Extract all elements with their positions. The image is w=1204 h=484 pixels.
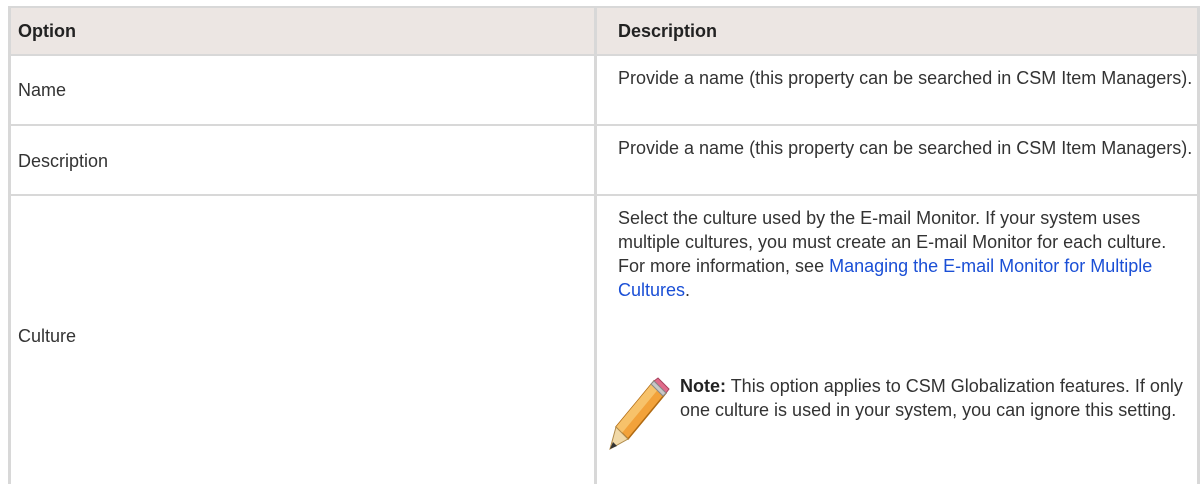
options-table: Option Description Name Provide a name (… — [8, 6, 1200, 484]
culture-description-end: . — [685, 280, 691, 300]
row-culture-option: Culture — [18, 326, 77, 346]
column-divider — [594, 6, 597, 484]
row-description-description: Provide a name (this property can be sea… — [618, 138, 1193, 158]
note-text: This option applies to CSM Globalization… — [680, 376, 1183, 420]
row-divider — [8, 124, 1200, 126]
note-label: Note: — [680, 376, 726, 396]
table-border-top — [8, 6, 1200, 8]
header-description: Description — [618, 21, 718, 41]
row-divider — [8, 194, 1200, 196]
row-name-option: Name — [18, 80, 67, 100]
row-name-description: Provide a name (this property can be sea… — [618, 68, 1193, 88]
row-description-option: Description — [18, 151, 109, 171]
table-border-left — [8, 6, 11, 484]
culture-note: Note: This option applies to CSM Globali… — [680, 374, 1200, 422]
row-divider — [8, 54, 1200, 56]
table-header — [8, 6, 1200, 54]
pencil-icon — [609, 377, 670, 451]
header-option: Option — [18, 21, 76, 41]
row-culture-description: Select the culture used by the E-mail Mo… — [618, 206, 1198, 302]
